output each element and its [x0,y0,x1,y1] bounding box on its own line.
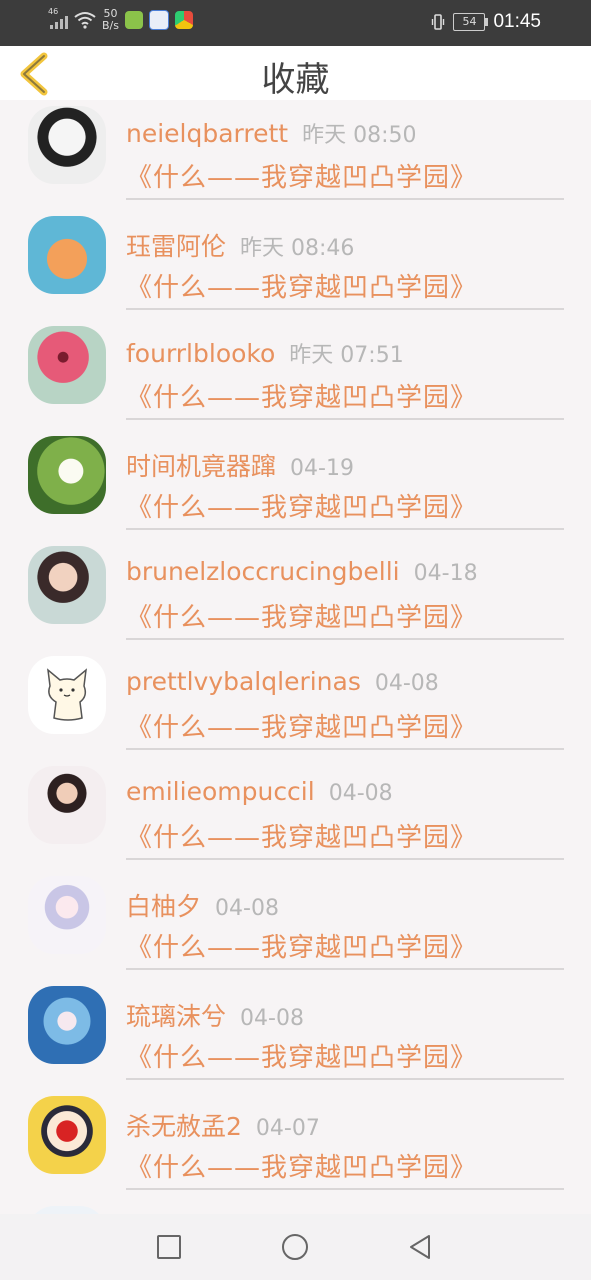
home-button[interactable] [280,1232,310,1262]
avatar[interactable] [28,436,106,514]
favorite-time: 04-08 [328,781,393,806]
avatar[interactable] [28,216,106,294]
avatar[interactable] [28,1096,106,1174]
avatar[interactable] [28,876,106,954]
book-title[interactable]: 《什么——我穿越凹凸学园》 [126,597,477,634]
signal-icon: 46 [48,7,68,29]
user-name[interactable]: fourrlblooko 昨天 07:51 [126,337,404,369]
divider [126,968,564,970]
list-item[interactable]: fourrlblooko 昨天 07:51 《什么——我穿越凹凸学园》 [0,320,591,430]
book-title[interactable]: 《什么——我穿越凹凸学园》 [126,707,477,744]
divider [126,748,564,750]
avatar[interactable] [28,1206,106,1214]
list-item[interactable]: prettlvybalqlerinas 04-08 《什么——我穿越凹凸学园》 [0,650,591,760]
divider [126,858,564,860]
status-right: 54 01:45 [431,11,541,33]
favorite-time: 04-18 [413,561,478,586]
favorite-time: 04-08 [215,896,279,921]
list-item[interactable]: 珏雷阿伦 昨天 08:46 《什么——我穿越凹凸学园》 [0,210,591,320]
favorite-time: 昨天 07:51 [289,343,404,368]
avatar[interactable] [28,986,106,1064]
vibrate-icon [432,14,445,30]
chrome-notification-icon [174,11,193,29]
divider [126,1188,564,1190]
system-back-button[interactable] [405,1232,435,1262]
avatar[interactable] [28,326,106,404]
user-name[interactable]: prettlvybalqlerinas 04-08 [126,667,439,696]
system-nav-bar [0,1214,591,1280]
divider [126,418,564,420]
favorite-time: 04-19 [290,456,354,481]
square-icon [157,1235,181,1259]
favorites-list[interactable]: neielqbarrett 昨天 08:50 《什么——我穿越凹凸学园》 珏雷阿伦… [0,100,591,1214]
user-name[interactable]: 琉璃沫兮 04-08 [126,997,304,1033]
divider [126,1078,564,1080]
list-item[interactable]: 时间机竟器蹿 04-19 《什么——我穿越凹凸学园》 [0,430,591,540]
speed-unit: B/s [102,19,119,32]
baidu-notification-icon [148,10,169,30]
status-bar: 46 50 B/s 54 01:45 [0,0,591,46]
list-item[interactable]: brunelzloccrucingbelli 04-18 《什么——我穿越凹凸学园… [0,540,591,650]
user-name[interactable]: emilieompuccil 04-08 [126,777,393,806]
network-type: 46 [48,7,59,16]
user-name[interactable]: 白柚夕 04-08 [126,887,279,923]
avatar[interactable] [28,546,106,624]
list-item[interactable] [0,1200,591,1214]
book-title[interactable]: 《什么——我穿越凹凸学园》 [126,1147,477,1184]
divider [126,638,564,640]
divider [126,198,564,200]
clock: 01:45 [493,11,541,32]
user-name[interactable]: neielqbarrett 昨天 08:50 [126,117,417,149]
divider [126,528,564,530]
battery-indicator: 54 [453,13,489,31]
circle-icon [282,1234,308,1260]
divider [126,308,564,310]
book-title[interactable]: 《什么——我穿越凹凸学园》 [126,1037,477,1074]
status-left: 46 50 B/s [48,7,193,32]
network-speed: 50 B/s [102,8,119,32]
wifi-icon [74,12,96,29]
recent-apps-button[interactable] [154,1232,184,1262]
favorite-time: 04-08 [240,1006,304,1031]
app-notification-icon [124,11,143,29]
favorite-time: 昨天 08:50 [302,123,417,148]
user-name[interactable]: brunelzloccrucingbelli 04-18 [126,557,478,586]
book-title[interactable]: 《什么——我穿越凹凸学园》 [126,487,477,524]
book-title[interactable]: 《什么——我穿越凹凸学园》 [126,817,477,854]
list-item[interactable]: 杀无赦孟2 04-07 《什么——我穿越凹凸学园》 [0,1090,591,1200]
favorite-time: 04-07 [255,1116,320,1141]
triangle-back-icon [410,1235,430,1259]
user-name[interactable]: 时间机竟器蹿 04-19 [126,447,354,483]
avatar[interactable] [28,656,106,734]
avatar[interactable] [28,766,106,844]
user-name[interactable]: 杀无赦孟2 04-07 [126,1107,320,1143]
book-title[interactable]: 《什么——我穿越凹凸学园》 [126,927,477,964]
header: 收藏 [0,46,591,100]
avatar[interactable] [28,106,106,184]
favorite-time: 04-08 [374,671,439,696]
list-item[interactable]: 琉璃沫兮 04-08 《什么——我穿越凹凸学园》 [0,980,591,1090]
book-title[interactable]: 《什么——我穿越凹凸学园》 [126,157,477,194]
list-item[interactable]: 白柚夕 04-08 《什么——我穿越凹凸学园》 [0,870,591,980]
favorite-time: 昨天 08:46 [240,236,355,261]
book-title[interactable]: 《什么——我穿越凹凸学园》 [126,267,477,304]
list-item[interactable]: neielqbarrett 昨天 08:50 《什么——我穿越凹凸学园》 [0,100,591,210]
book-title[interactable]: 《什么——我穿越凹凸学园》 [126,377,477,414]
list-item[interactable]: emilieompuccil 04-08 《什么——我穿越凹凸学园》 [0,760,591,870]
cat-illustration [47,668,87,721]
page-title: 收藏 [261,60,330,100]
user-name[interactable]: 珏雷阿伦 昨天 08:46 [126,227,354,263]
